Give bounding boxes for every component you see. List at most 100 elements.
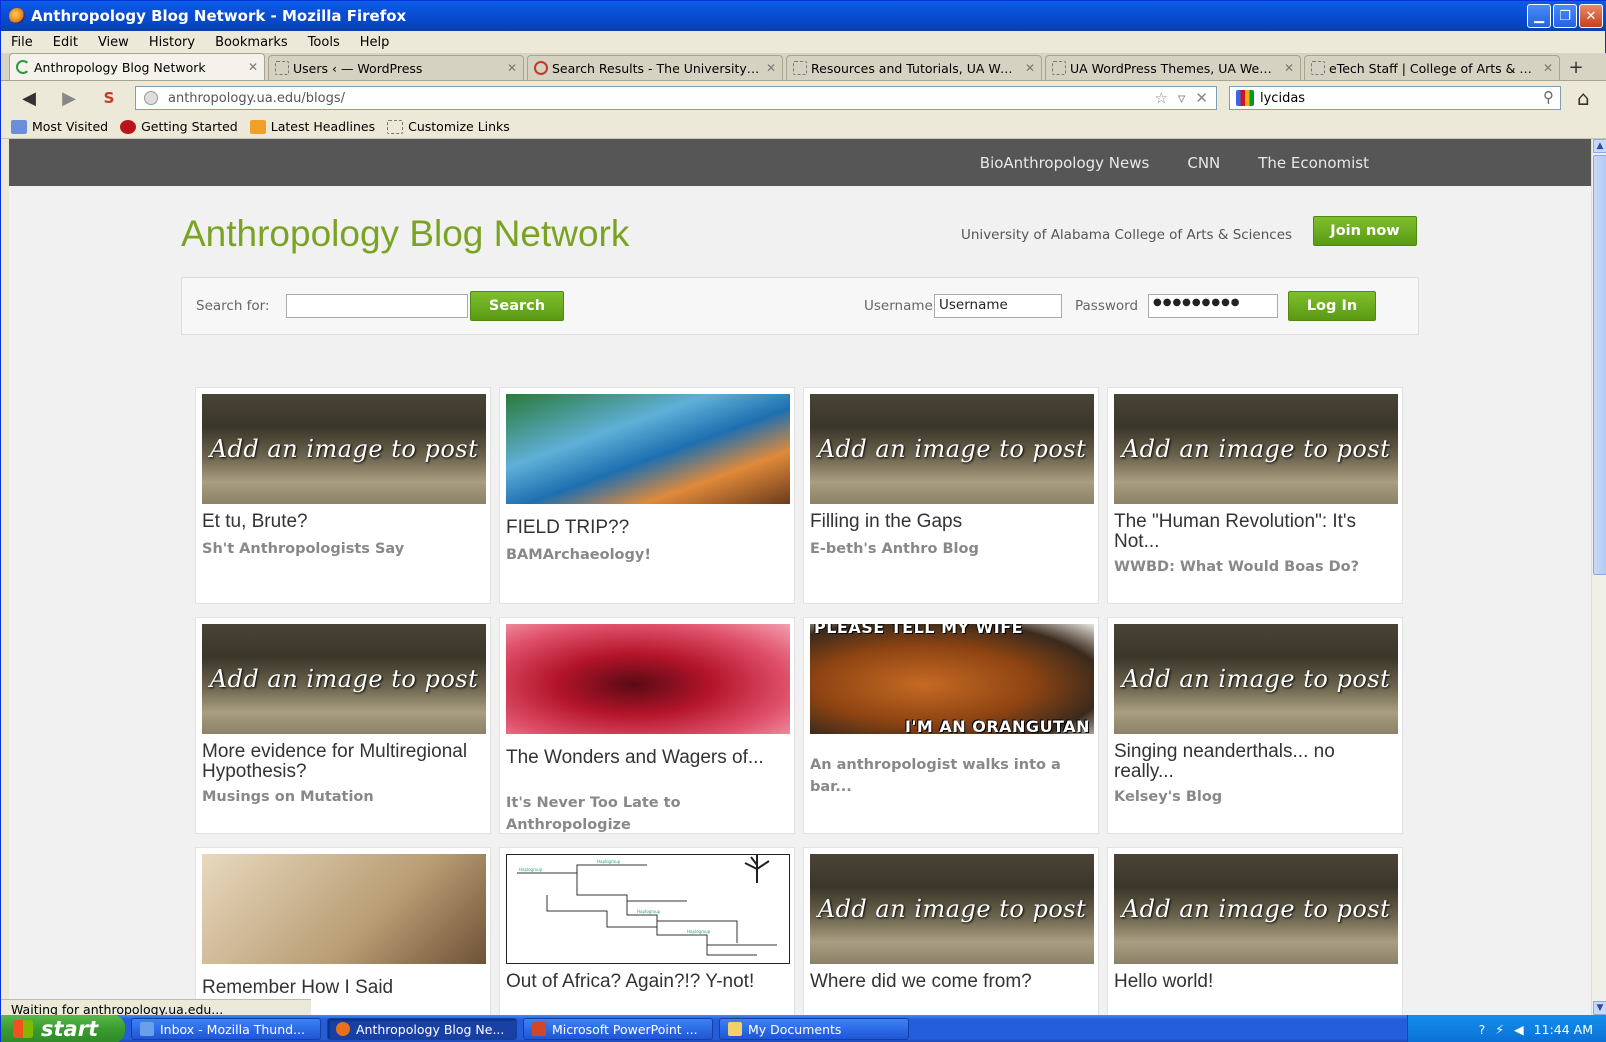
post-title[interactable]: Filling in the Gaps	[810, 512, 1090, 532]
post-title[interactable]: Hello world!	[1114, 972, 1394, 992]
post-card[interactable]: Add an image to post Singing neanderthal…	[1107, 617, 1403, 834]
new-tab-button[interactable]: +	[1563, 55, 1589, 80]
close-button[interactable]: ✕	[1579, 4, 1603, 28]
post-card[interactable]: Add an image to post The "Human Revoluti…	[1107, 387, 1403, 604]
nav-the-economist[interactable]: The Economist	[1258, 154, 1369, 172]
post-title[interactable]: The "Human Revolution": It's Not...	[1114, 512, 1394, 552]
placeholder-image[interactable]: Add an image to post	[1114, 854, 1398, 964]
forward-button[interactable]: ▶	[55, 85, 83, 111]
post-title[interactable]: FIELD TRIP??	[506, 518, 786, 538]
taskbar-item-my-documents[interactable]: My Documents	[719, 1018, 909, 1040]
post-card[interactable]: Add an image to post Hello world!	[1107, 847, 1403, 1015]
post-blog-name[interactable]: Musings on Mutation	[202, 786, 472, 808]
address-bar[interactable]: anthropology.ua.edu/blogs/ ☆ ▿ ✕	[135, 86, 1217, 110]
volume-icon[interactable]: ◀	[1514, 1022, 1524, 1037]
nav-bioanthropology-news[interactable]: BioAnthropology News	[980, 154, 1150, 172]
clock[interactable]: 11:44 AM	[1534, 1022, 1593, 1037]
post-title[interactable]: Et tu, Brute?	[202, 512, 482, 532]
home-button[interactable]: ⌂	[1577, 86, 1590, 110]
menu-history[interactable]: History	[149, 35, 195, 50]
post-title[interactable]: Singing neanderthals... no really...	[1114, 742, 1394, 782]
tab-resources-tutorials[interactable]: Resources and Tutorials, UA We... ✕	[786, 55, 1042, 80]
post-blog-name[interactable]: Sh't Anthropologists Say	[202, 538, 472, 560]
vertical-scrollbar[interactable]: ▲ ▼	[1591, 139, 1606, 1015]
menu-file[interactable]: File	[11, 35, 33, 50]
title-bar[interactable]: Anthropology Blog Network - Mozilla Fire…	[1, 1, 1606, 31]
bookmark-most-visited[interactable]: Most Visited	[11, 119, 108, 134]
site-identity-icon[interactable]	[144, 91, 158, 105]
tab-close-icon[interactable]: ✕	[1284, 61, 1294, 75]
post-image[interactable]: Haplogroup Haplogroup Haplogroup Haplogr…	[506, 854, 790, 964]
post-title[interactable]: More evidence for Multiregional Hypothes…	[202, 742, 482, 782]
tab-etech-staff[interactable]: eTech Staff | College of Arts & S... ✕	[1304, 55, 1560, 80]
tab-close-icon[interactable]: ✕	[766, 61, 776, 75]
scroll-down-icon[interactable]: ▼	[1593, 1001, 1606, 1015]
magnifier-icon[interactable]: ⚲	[1543, 88, 1554, 106]
tab-search-results[interactable]: Search Results - The University ... ✕	[527, 55, 783, 80]
post-image[interactable]	[506, 394, 790, 504]
search-button[interactable]: Search	[470, 291, 564, 321]
post-card[interactable]: Add an image to post More evidence for M…	[195, 617, 491, 834]
placeholder-image[interactable]: Add an image to post	[810, 394, 1094, 504]
scroll-thumb[interactable]	[1593, 155, 1606, 575]
menu-tools[interactable]: Tools	[308, 35, 340, 50]
network-icon[interactable]: ⚡	[1495, 1022, 1504, 1037]
dropdown-arrow-icon[interactable]: ▿	[1178, 89, 1186, 107]
placeholder-image[interactable]: Add an image to post	[202, 624, 486, 734]
placeholder-image[interactable]: Add an image to post	[202, 394, 486, 504]
menu-help[interactable]: Help	[360, 35, 390, 50]
username-input[interactable]: Username	[934, 294, 1062, 318]
search-engine-box[interactable]: lycidas ⚲	[1229, 86, 1561, 110]
site-title[interactable]: Anthropology Blog Network	[181, 213, 629, 255]
post-card[interactable]: The Wonders and Wagers of... It's Never …	[499, 617, 795, 834]
taskbar-item-thunderbird[interactable]: Inbox - Mozilla Thund...	[131, 1018, 321, 1040]
join-now-button[interactable]: Join now	[1313, 216, 1417, 246]
password-input[interactable]: ●●●●●●●●●	[1148, 294, 1278, 318]
bookmark-latest-headlines[interactable]: Latest Headlines	[249, 119, 375, 134]
bookmark-getting-started[interactable]: Getting Started	[120, 119, 238, 134]
tab-close-icon[interactable]: ✕	[1543, 61, 1553, 75]
taskbar-item-firefox[interactable]: Anthropology Blog Ne...	[327, 1018, 517, 1040]
tab-close-icon[interactable]: ✕	[248, 60, 258, 74]
post-blog-name[interactable]: BAMArchaeology!	[506, 544, 776, 566]
post-blog-name[interactable]: It's Never Too Late to Anthropologize	[506, 792, 776, 836]
back-button[interactable]: ◀	[15, 85, 43, 111]
post-card[interactable]: Add an image to post Filling in the Gaps…	[803, 387, 1099, 604]
post-card[interactable]: FIELD TRIP?? BAMArchaeology!	[499, 387, 795, 604]
help-icon[interactable]: ?	[1479, 1022, 1486, 1037]
log-in-button[interactable]: Log In	[1288, 291, 1376, 321]
post-image[interactable]	[202, 854, 486, 964]
tab-anthropology-blog-network[interactable]: Anthropology Blog Network ✕	[9, 53, 265, 80]
tab-close-icon[interactable]: ✕	[1025, 61, 1035, 75]
bookmark-customize-links[interactable]: Customize Links	[387, 119, 510, 134]
start-button[interactable]: start	[1, 1015, 125, 1042]
post-blog-name[interactable]: An anthropologist walks into a bar...	[810, 754, 1080, 798]
post-image[interactable]	[506, 624, 790, 734]
post-card[interactable]: Remember How I Said	[195, 847, 491, 1015]
meme-image[interactable]: PLEASE TELL MY WIFE I'M AN ORANGUTAN	[810, 624, 1094, 734]
post-title[interactable]: The Wonders and Wagers of...	[506, 748, 786, 768]
post-card[interactable]: Add an image to post Where did we come f…	[803, 847, 1099, 1015]
google-icon[interactable]	[1236, 90, 1254, 106]
minimize-button[interactable]: ▁	[1527, 4, 1551, 28]
addon-icon[interactable]: S	[95, 85, 123, 111]
post-title[interactable]: Out of Africa? Again?!? Y-not!	[506, 972, 786, 992]
bookmark-star-icon[interactable]: ☆	[1154, 89, 1167, 107]
tab-users-wordpress[interactable]: Users ‹ — WordPress ✕	[268, 55, 524, 80]
post-card[interactable]: Haplogroup Haplogroup Haplogroup Haplogr…	[499, 847, 795, 1015]
placeholder-image[interactable]: Add an image to post	[810, 854, 1094, 964]
post-title[interactable]: Remember How I Said	[202, 978, 482, 998]
post-card[interactable]: PLEASE TELL MY WIFE I'M AN ORANGUTAN An …	[803, 617, 1099, 834]
post-title[interactable]: Where did we come from?	[810, 972, 1090, 992]
scroll-up-icon[interactable]: ▲	[1593, 139, 1606, 153]
tab-ua-wordpress-themes[interactable]: UA WordPress Themes, UA Web... ✕	[1045, 55, 1301, 80]
stop-icon[interactable]: ✕	[1195, 89, 1208, 107]
post-blog-name[interactable]: WWBD: What Would Boas Do?	[1114, 556, 1384, 578]
post-card[interactable]: Add an image to post Et tu, Brute? Sh't …	[195, 387, 491, 604]
site-search-input[interactable]	[286, 294, 468, 318]
post-blog-name[interactable]: E-beth's Anthro Blog	[810, 538, 1080, 560]
placeholder-image[interactable]: Add an image to post	[1114, 624, 1398, 734]
menu-edit[interactable]: Edit	[53, 35, 78, 50]
placeholder-image[interactable]: Add an image to post	[1114, 394, 1398, 504]
post-blog-name[interactable]: Kelsey's Blog	[1114, 786, 1384, 808]
